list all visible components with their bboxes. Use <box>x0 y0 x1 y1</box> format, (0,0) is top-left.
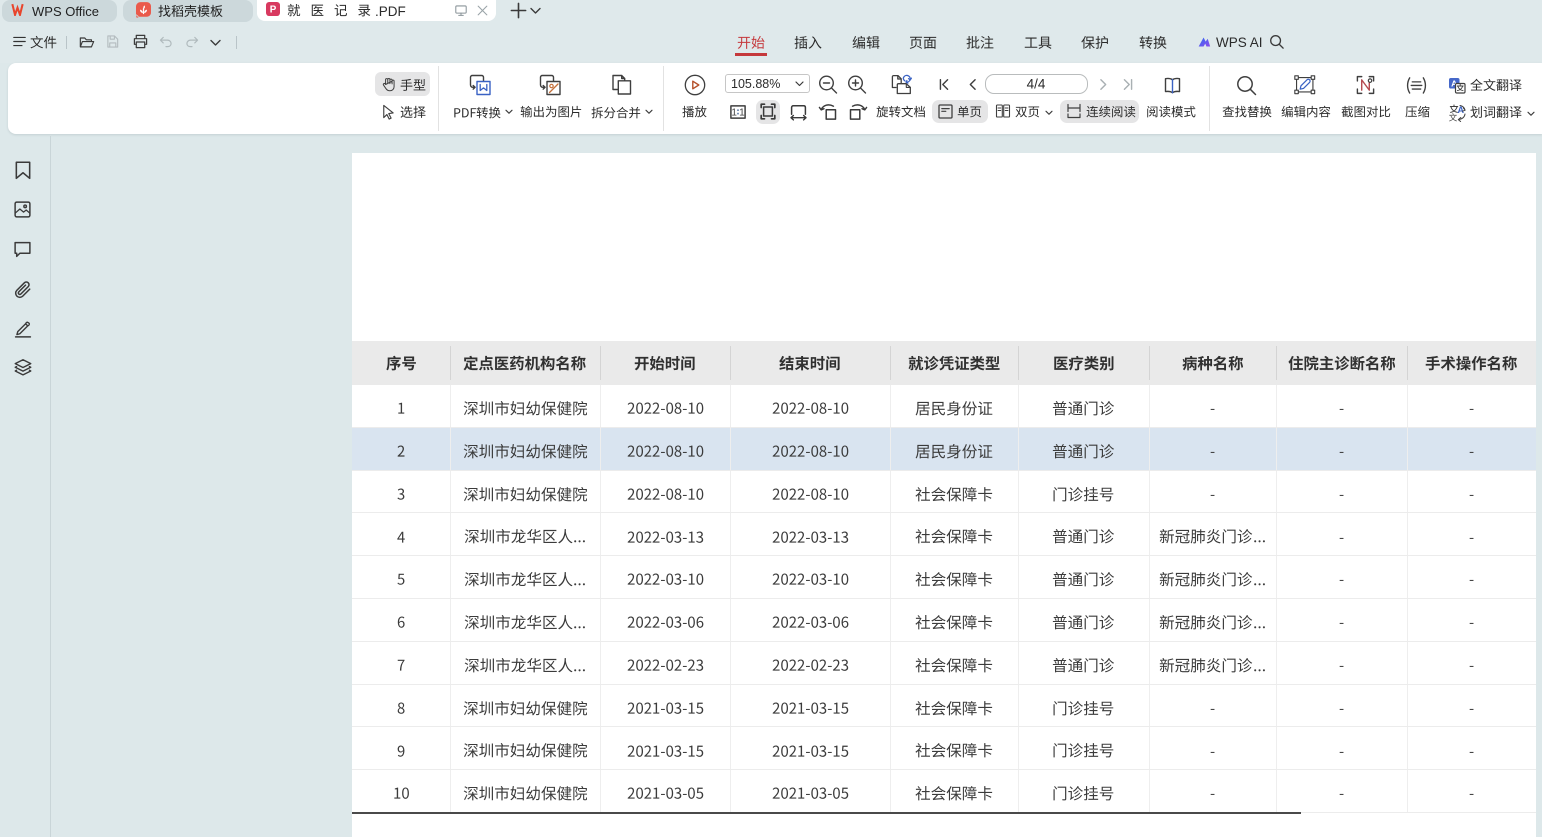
svg-text:文: 文 <box>1449 113 1458 123</box>
svg-text:1: 1 <box>731 108 737 119</box>
svg-text:P: P <box>270 5 277 16</box>
svg-text:1: 1 <box>739 108 745 119</box>
